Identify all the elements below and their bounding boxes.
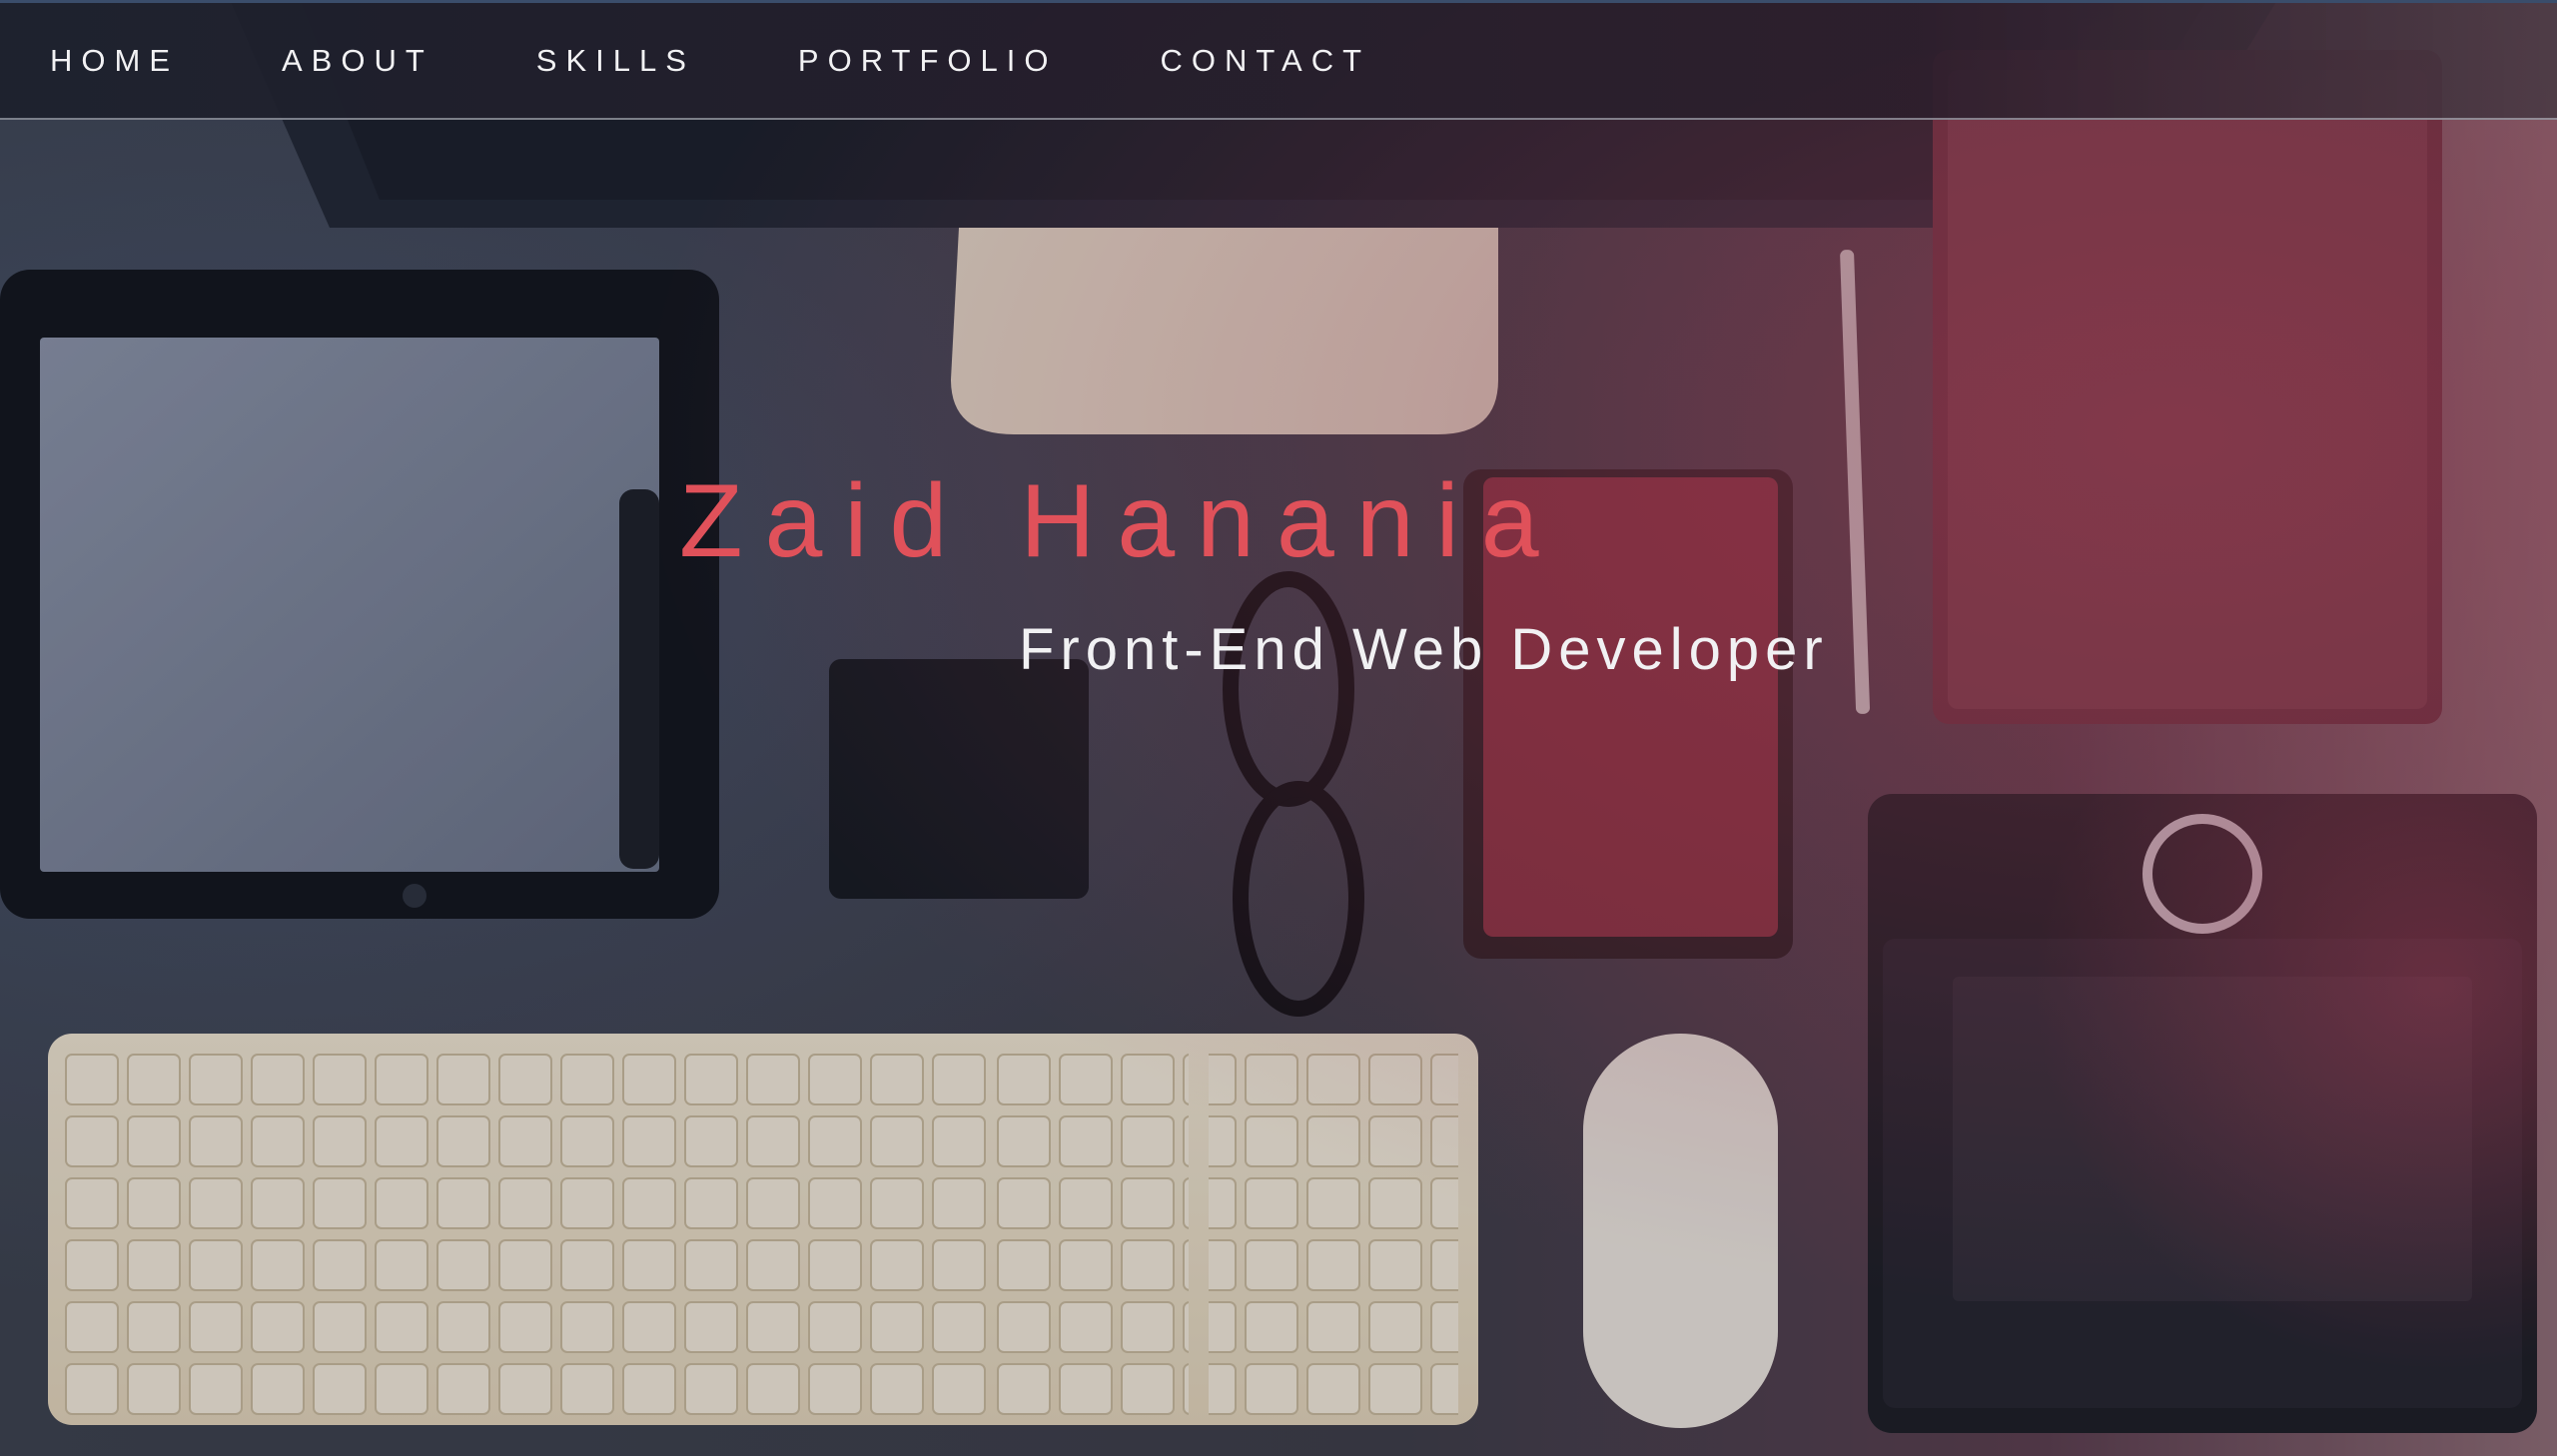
nav-item-about[interactable]: ABOUT	[282, 43, 433, 79]
top-navigation-bar: HOME ABOUT SKILLS PORTFOLIO CONTACT	[0, 0, 2557, 120]
nav-item-portfolio[interactable]: PORTFOLIO	[798, 43, 1058, 79]
nav-item-skills[interactable]: SKILLS	[536, 43, 695, 79]
nav-item-contact[interactable]: CONTACT	[1161, 43, 1371, 79]
hero-background-photo	[0, 0, 2557, 1456]
nav-item-home[interactable]: HOME	[50, 43, 179, 79]
hero-name-heading: Zaid Hanania	[679, 463, 1561, 579]
hero-role-subtitle: Front-End Web Developer	[1019, 617, 1829, 682]
